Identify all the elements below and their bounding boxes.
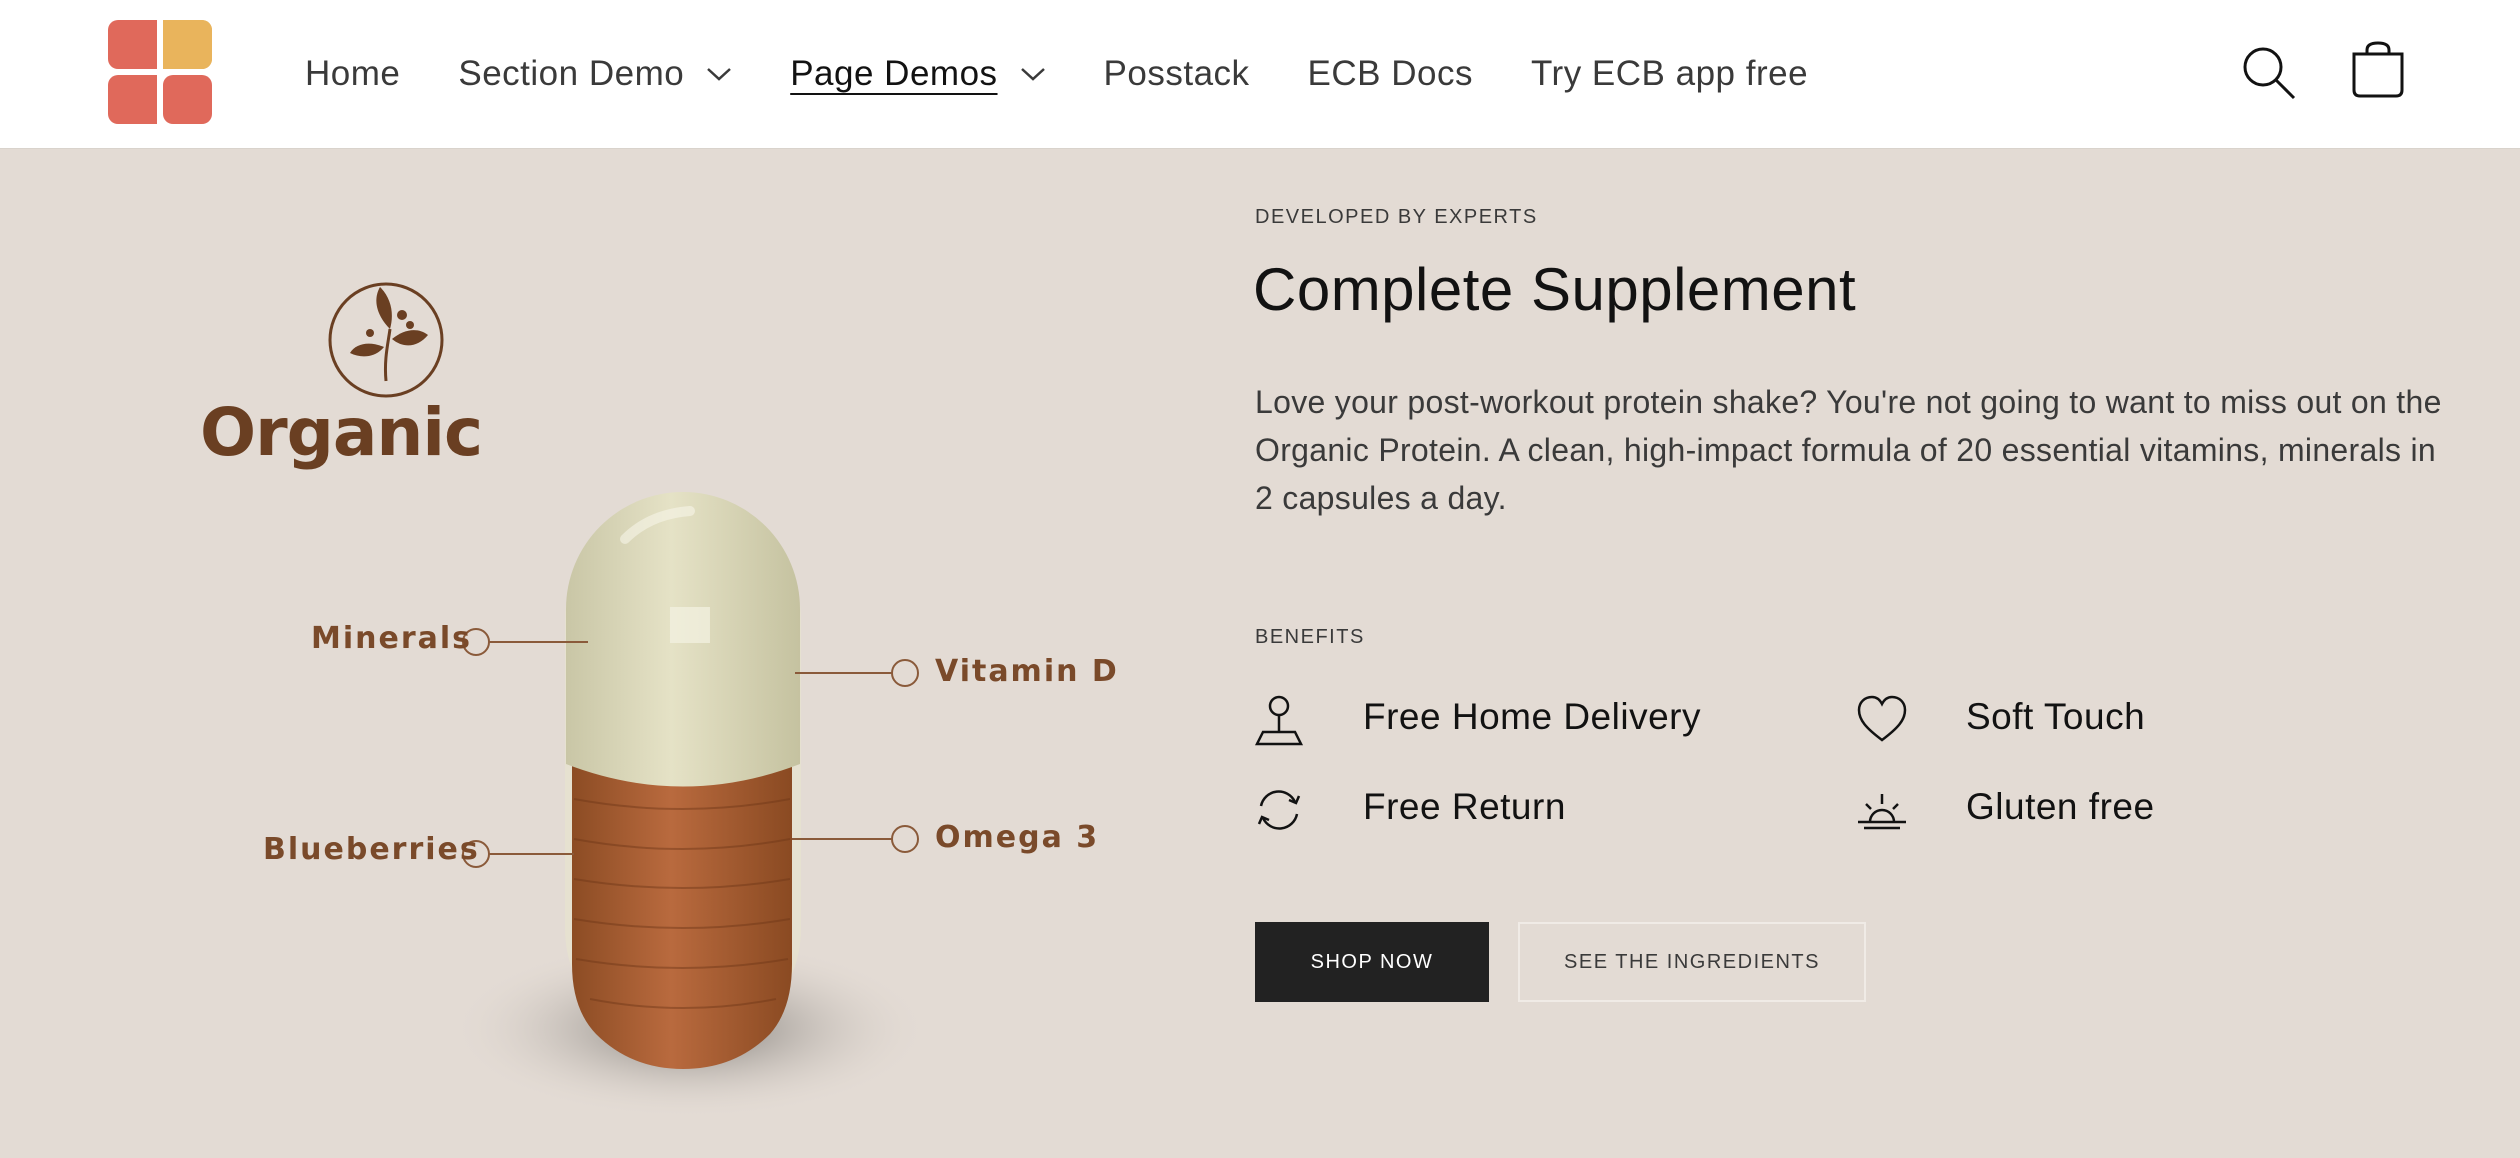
nav-page-demos-label: Page Demos xyxy=(790,54,998,93)
nav-section-demo-label: Section Demo xyxy=(458,54,685,93)
heart-icon xyxy=(1857,695,1907,742)
chevron-down-icon xyxy=(707,68,732,81)
sunrise-icon xyxy=(1858,794,1906,830)
benefit-free-home-delivery: Free Home Delivery xyxy=(1253,694,1700,746)
hero-description: Love your post-workout protein shake? Yo… xyxy=(1255,384,2442,516)
benefit-label: Free Home Delivery xyxy=(1363,696,1701,737)
nav-home-label: Home xyxy=(305,54,401,93)
nav-try-ecb-label: Try ECB app free xyxy=(1530,54,1809,93)
benefits-heading: BENEFITS xyxy=(1255,626,1365,648)
product-illustration: Organic Minerals Vitamin D Blueberries O… xyxy=(0,149,1200,1158)
nav-page-demos[interactable]: Page Demos xyxy=(790,54,1045,94)
nav-ecb-docs[interactable]: ECB Docs xyxy=(1308,54,1473,94)
nav-ecb-docs-label: ECB Docs xyxy=(1307,54,1473,93)
callout-vitamin-d: Vitamin D xyxy=(935,654,1119,689)
nav-posstack-label: Posstack xyxy=(1103,54,1250,93)
nav-posstack[interactable]: Posstack xyxy=(1104,54,1250,94)
benefit-label: Free Return xyxy=(1363,786,1566,827)
page-title: Complete Supplement xyxy=(1253,256,1857,323)
nav-try-ecb[interactable]: Try ECB app free xyxy=(1531,54,1808,94)
organic-leaf-logo-icon xyxy=(328,282,444,398)
logo-icon[interactable] xyxy=(108,20,212,124)
organic-brand-text: Organic xyxy=(200,394,483,471)
cart-icon[interactable] xyxy=(2350,40,2406,100)
benefit-free-return: Free Return xyxy=(1253,784,1565,836)
search-icon[interactable] xyxy=(2240,44,2298,102)
nav-home[interactable]: Home xyxy=(305,54,400,94)
return-arrows-icon xyxy=(1257,790,1301,830)
benefit-label: Gluten free xyxy=(1966,786,2155,827)
see-ingredients-button[interactable]: SEE THE INGREDIENTS xyxy=(1518,922,1866,1002)
main-nav: Home Section Demo Page Demos Posstack EC… xyxy=(305,0,1866,148)
chevron-down-icon xyxy=(1020,68,1045,81)
shop-now-button[interactable]: SHOP NOW xyxy=(1255,922,1489,1002)
delivery-pin-icon xyxy=(1254,695,1304,746)
eyebrow-text: DEVELOPED BY EXPERTS xyxy=(1255,206,1538,228)
benefit-soft-touch: Soft Touch xyxy=(1856,694,2145,746)
callout-blueberries: Blueberries xyxy=(263,832,480,867)
callout-minerals: Minerals xyxy=(311,621,473,656)
benefit-gluten-free: Gluten free xyxy=(1856,784,2154,836)
nav-section-demo[interactable]: Section Demo xyxy=(458,54,732,94)
benefit-label: Soft Touch xyxy=(1966,696,2146,737)
capsule-image xyxy=(565,492,801,1069)
callout-omega-3: Omega 3 xyxy=(935,820,1100,855)
site-header: Home Section Demo Page Demos Posstack EC… xyxy=(0,0,2520,149)
